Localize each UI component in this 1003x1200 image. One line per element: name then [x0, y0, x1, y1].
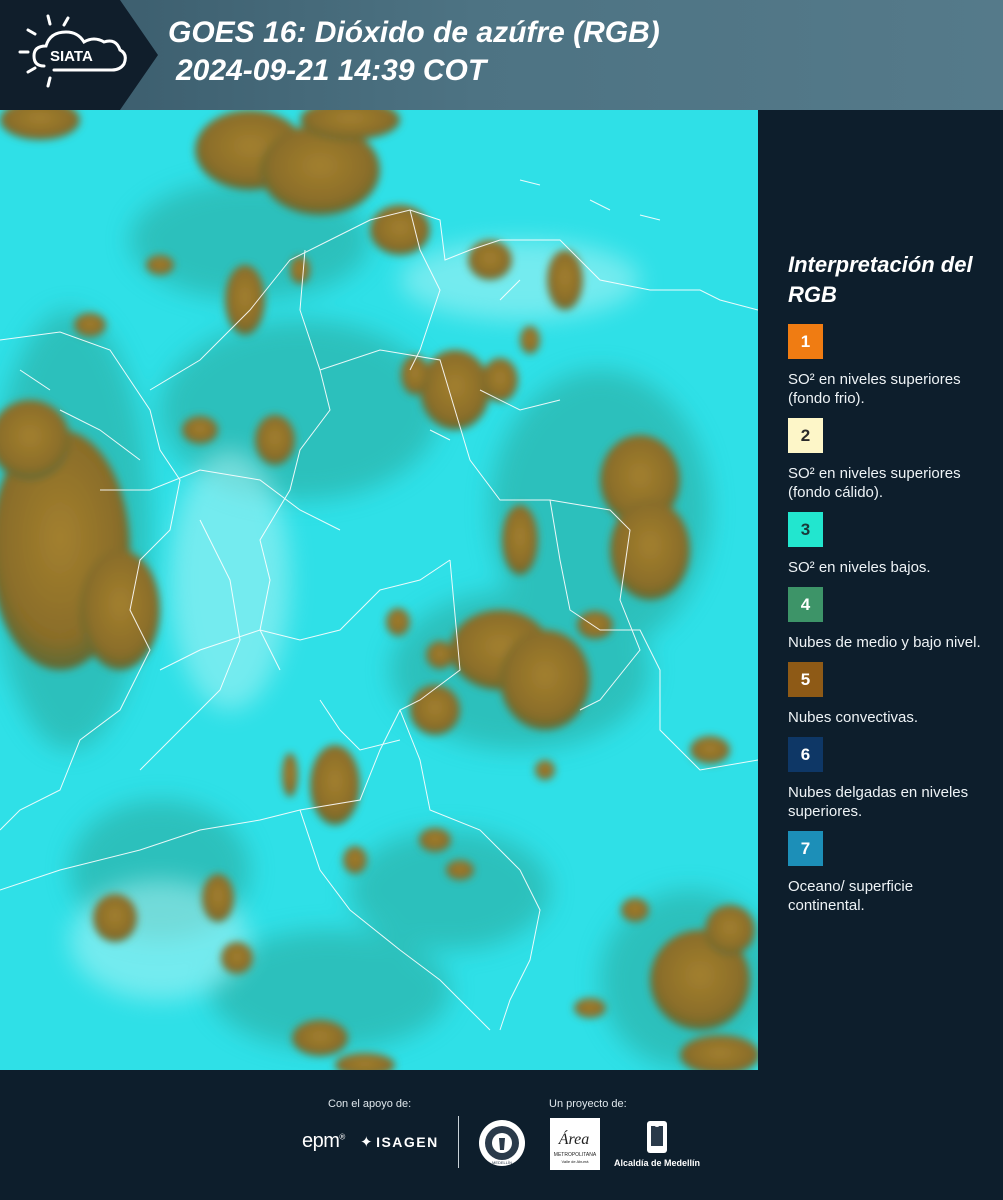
legend-swatch: 2 [788, 418, 823, 453]
legend-item: 6 Nubes delgadas en niveles superiores. [788, 737, 993, 821]
legend-label: Nubes delgadas en niveles superiores. [788, 784, 969, 820]
legend-item: 4 Nubes de medio y bajo nivel. [788, 587, 993, 652]
legend-swatch: 6 [788, 737, 823, 772]
siata-logo-text: SIATA [50, 48, 93, 65]
satellite-map [0, 110, 758, 1070]
legend-swatch: 1 [788, 324, 823, 359]
legend-item: 7 Oceano/ superficie continental. [788, 831, 993, 915]
area-metropolitana-logo: Área METROPOLITANA Valle de Aburrá [550, 1118, 600, 1170]
legend-list: 1 SO² en niveles superiores (fondo frio).… [788, 324, 993, 915]
footer-divider [458, 1116, 459, 1168]
alcaldia-logo: Alcaldía de Medellín [612, 1118, 702, 1172]
title-line-2: 2024-09-21 14:39 COT [176, 54, 487, 87]
isagen-logo: ✦ ISAGEN [360, 1133, 439, 1151]
legend-title: Interpretación del RGB [788, 252, 973, 307]
legend-label: SO² en niveles superiores (fondo cálido)… [788, 465, 961, 501]
legend-swatch: 4 [788, 587, 823, 622]
legend-label: Oceano/ superficie continental. [788, 878, 914, 914]
legend-label: SO² en niveles superiores (fondo frio). [788, 371, 961, 407]
legend-label: Nubes de medio y bajo nivel. [788, 634, 981, 651]
project-label: Un proyecto de: [549, 1098, 627, 1110]
legend-swatch: 3 [788, 512, 823, 547]
footer: Con el apoyo de: Un proyecto de: epm® ✦ I… [0, 1070, 1003, 1200]
legend-swatch: 5 [788, 662, 823, 697]
area-logo-sub2: Valle de Aburrá [561, 1159, 589, 1164]
header: SIATA GOES 16: Dióxido de azúfre (RGB) 2… [0, 0, 1003, 110]
area-logo-sub: METROPOLITANA [554, 1152, 597, 1158]
legend-item: 1 SO² en niveles superiores (fondo frio). [788, 324, 993, 408]
epm-logo-text: epm [302, 1130, 340, 1152]
isagen-logo-text: ISAGEN [376, 1134, 439, 1150]
legend: Interpretación del RGB 1 SO² en niveles s… [788, 250, 993, 925]
alcaldia-text: Alcaldía de Medellín [613, 1158, 701, 1168]
medellin-seal-logo: MEDELLÍN [479, 1120, 525, 1166]
area-logo-text: Área [558, 1129, 590, 1148]
legend-label: Nubes convectivas. [788, 709, 919, 726]
page-title: GOES 16: Dióxido de azúfre (RGB) 2024-09… [168, 14, 660, 90]
legend-item: 5 Nubes convectivas. [788, 662, 993, 727]
legend-item: 2 SO² en niveles superiores (fondo cálido… [788, 418, 993, 502]
isagen-mark-icon: ✦ [360, 1134, 375, 1151]
siata-logo: SIATA [18, 14, 127, 88]
satellite-image [0, 110, 758, 1070]
epm-logo: epm® [302, 1130, 345, 1152]
alcaldia-shield-icon [647, 1121, 667, 1153]
support-label: Con el apoyo de: [328, 1098, 412, 1110]
title-line-1: GOES 16: Dióxido de azúfre (RGB) [168, 16, 660, 49]
legend-label: SO² en niveles bajos. [788, 559, 931, 576]
seal-text: MEDELLÍN [492, 1160, 512, 1165]
legend-item: 3 SO² en niveles bajos. [788, 512, 993, 577]
legend-swatch: 7 [788, 831, 823, 866]
